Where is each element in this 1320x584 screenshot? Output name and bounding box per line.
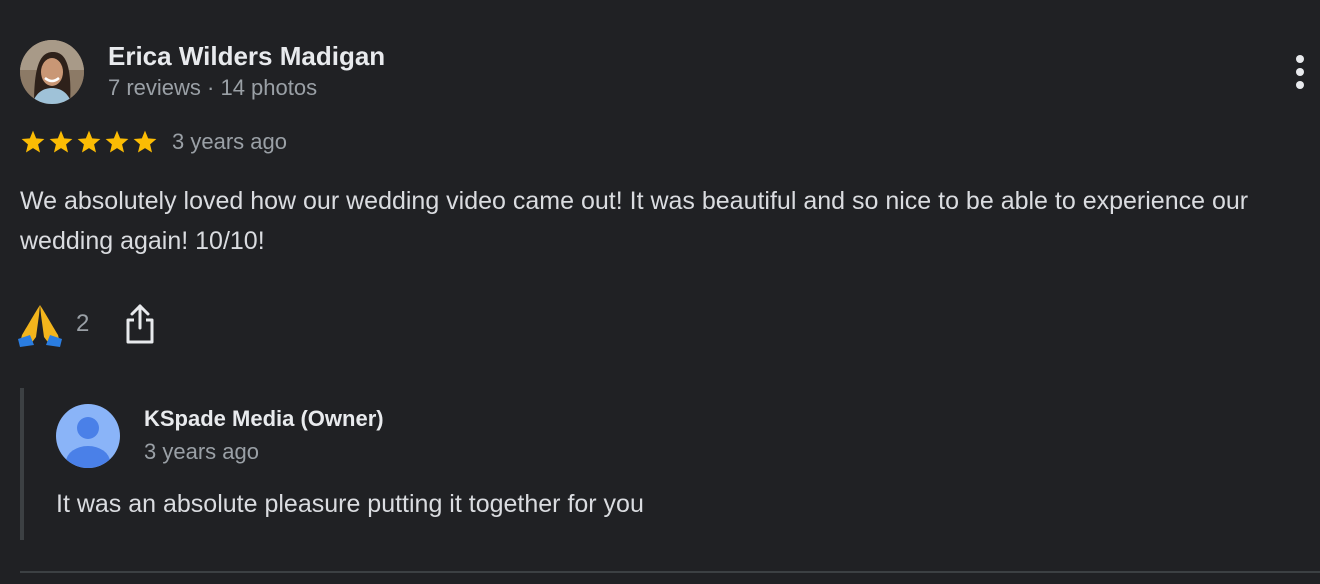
reviewer-meta[interactable]: 7 reviews · 14 photos <box>108 74 317 102</box>
star-rating <box>20 129 158 155</box>
folded-hands-icon <box>18 305 62 347</box>
owner-reply: KSpade Media (Owner) 3 years ago It was … <box>20 388 1314 540</box>
owner-reply-time: 3 years ago <box>144 439 259 464</box>
more-vert-icon <box>1296 55 1304 89</box>
star-icon <box>49 130 73 153</box>
star-icon <box>21 130 45 153</box>
divider <box>20 571 1320 573</box>
reaction-button[interactable]: 2 <box>16 300 89 348</box>
owner-name: KSpade Media (Owner) <box>144 406 384 431</box>
review-card: Erica Wilders Madigan 7 reviews · 14 pho… <box>0 0 1320 584</box>
review-time: 3 years ago <box>172 129 287 154</box>
share-icon <box>126 304 154 344</box>
share-button[interactable] <box>122 302 158 346</box>
owner-reply-text: It was an absolute pleasure putting it t… <box>56 490 644 518</box>
more-options-button[interactable] <box>1286 54 1314 90</box>
reviewer-avatar[interactable] <box>20 40 84 104</box>
star-icon <box>105 130 129 153</box>
owner-avatar <box>56 404 120 468</box>
star-icon <box>133 130 157 153</box>
review-text: We absolutely loved how our wedding vide… <box>20 187 1249 255</box>
reviewer-name[interactable]: Erica Wilders Madigan <box>108 40 385 72</box>
reaction-count: 2 <box>76 310 90 337</box>
star-icon <box>77 130 101 153</box>
